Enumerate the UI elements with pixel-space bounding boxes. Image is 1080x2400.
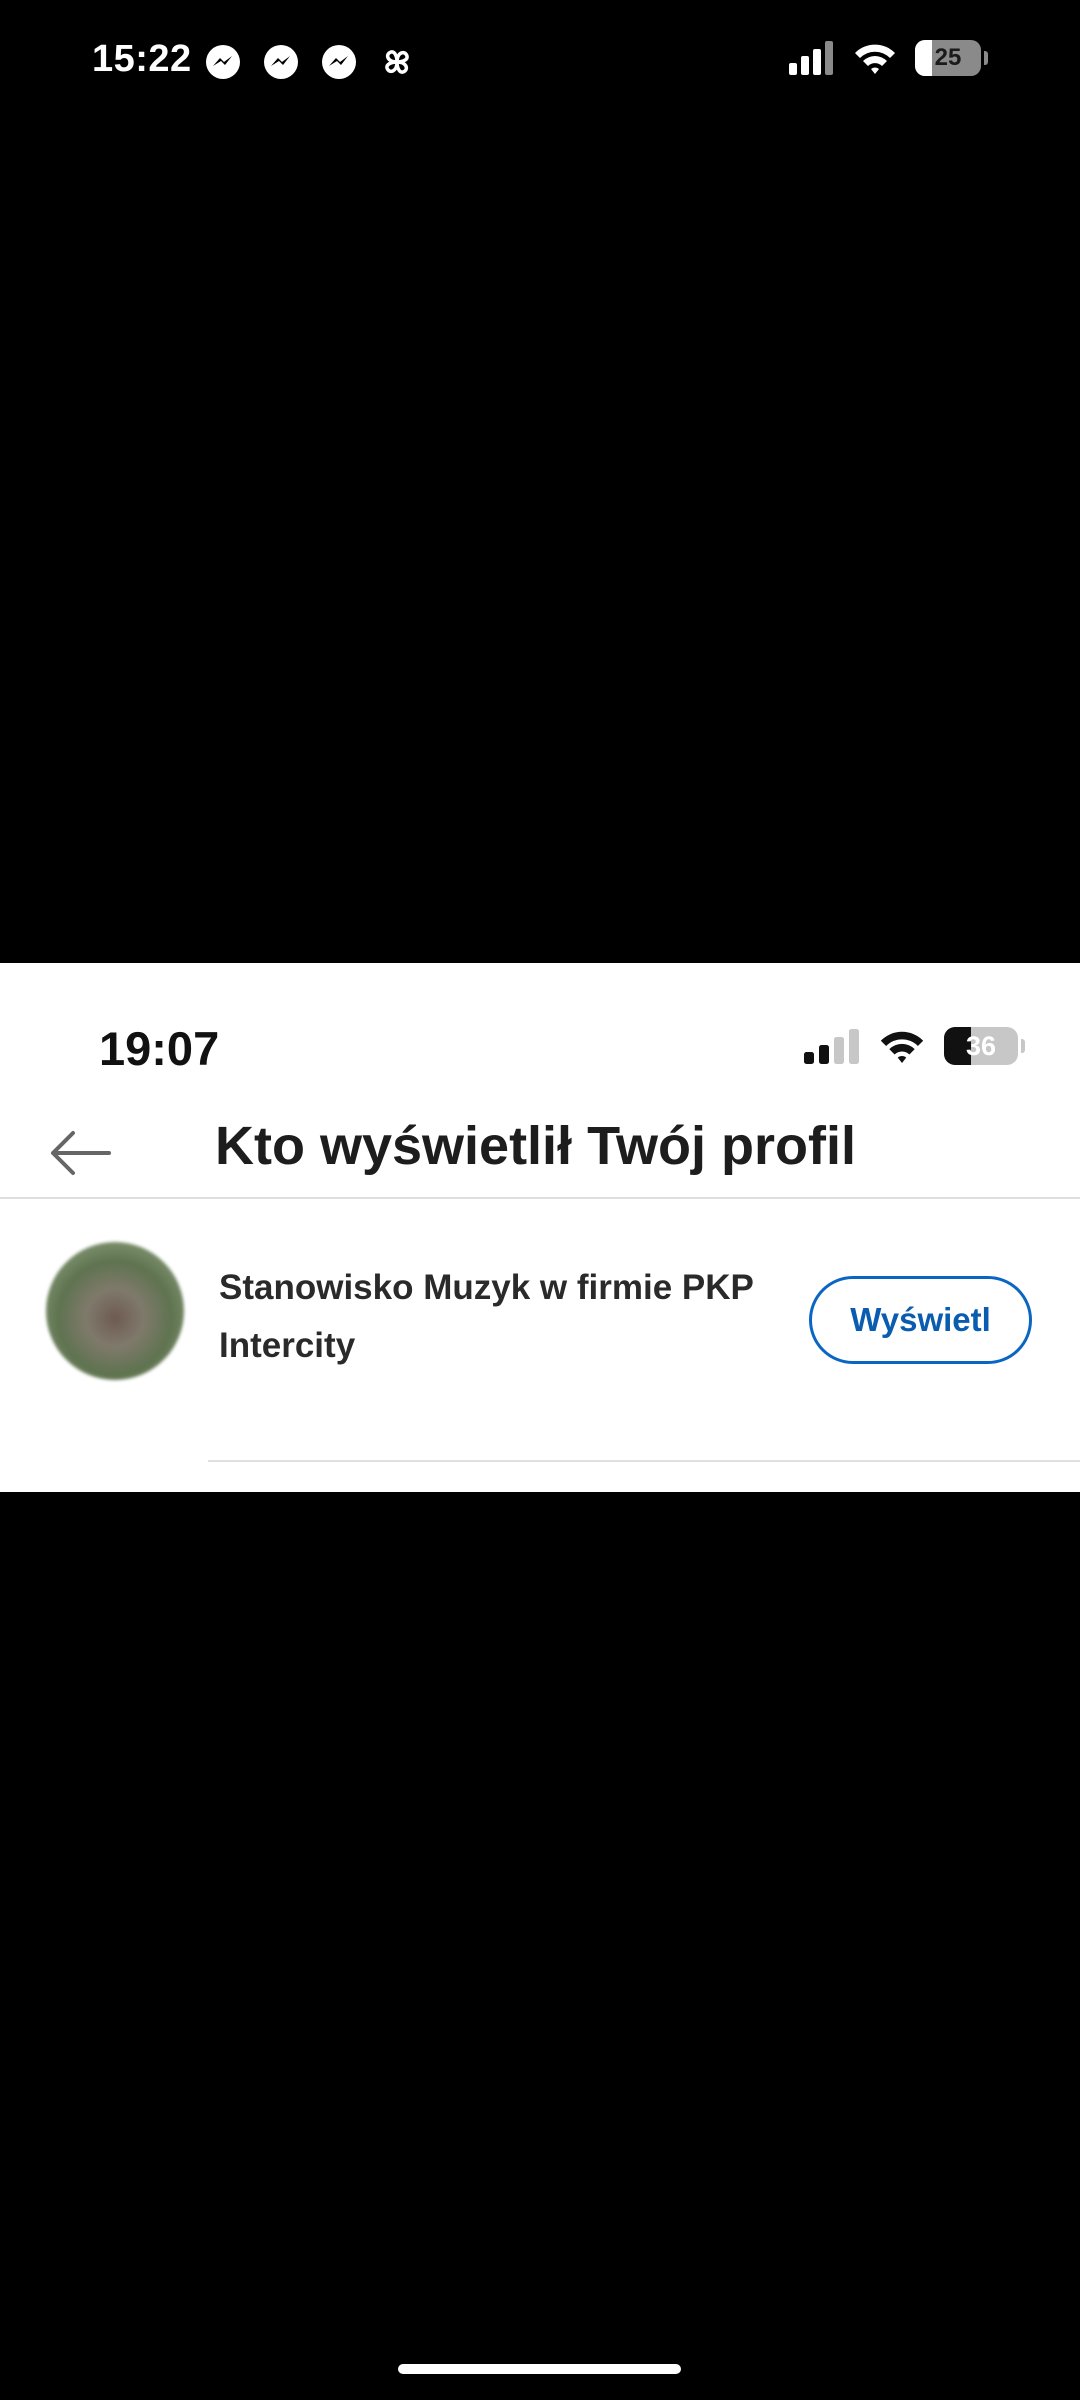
notification-icons [203,42,417,82]
outer-status-indicators: 25 [789,40,988,76]
viewer-headline: Stanowisko Muzyk w firmie PKP Intercity [219,1268,754,1365]
view-profile-button[interactable]: Wyświetl [809,1276,1032,1364]
divider [208,1460,1080,1462]
outer-status-time: 15:22 [92,38,192,80]
messenger-icon [264,45,298,79]
profile-viewers-screen: 19:07 36 Kto wyświetlił Twój profil Stan… [0,963,1080,1492]
battery-level: 25 [934,44,962,71]
inner-status-bar: 19:07 36 [0,963,1080,1093]
list-item[interactable]: Stanowisko Muzyk w firmie PKP Intercity … [0,1199,1080,1424]
avatar[interactable] [46,1242,184,1380]
battery-level: 36 [965,1030,997,1061]
arrow-left-icon [51,1131,111,1175]
page-title: Kto wyświetlił Twój profil [215,1116,857,1176]
messenger-icon [206,45,240,79]
battery-tip [984,51,988,65]
cellular-signal-icon [804,1029,859,1064]
back-button[interactable] [40,1123,120,1183]
wifi-icon [855,44,895,74]
battery-fill [915,40,932,76]
battery-tip [1021,1039,1025,1053]
inner-status-time: 19:07 [99,1022,220,1075]
wifi-icon [880,1031,924,1063]
home-indicator[interactable] [398,2364,681,2374]
inner-status-indicators: 36 [804,1027,1025,1065]
messenger-icon [322,45,356,79]
cellular-signal-icon [789,41,833,75]
page-header: Kto wyświetlił Twój profil [0,1093,1080,1199]
battery-icon: 36 [944,1027,1018,1065]
pinwheel-icon [385,50,409,74]
outer-status-bar: 15:22 25 [0,0,1080,125]
battery-icon: 25 [915,40,981,76]
